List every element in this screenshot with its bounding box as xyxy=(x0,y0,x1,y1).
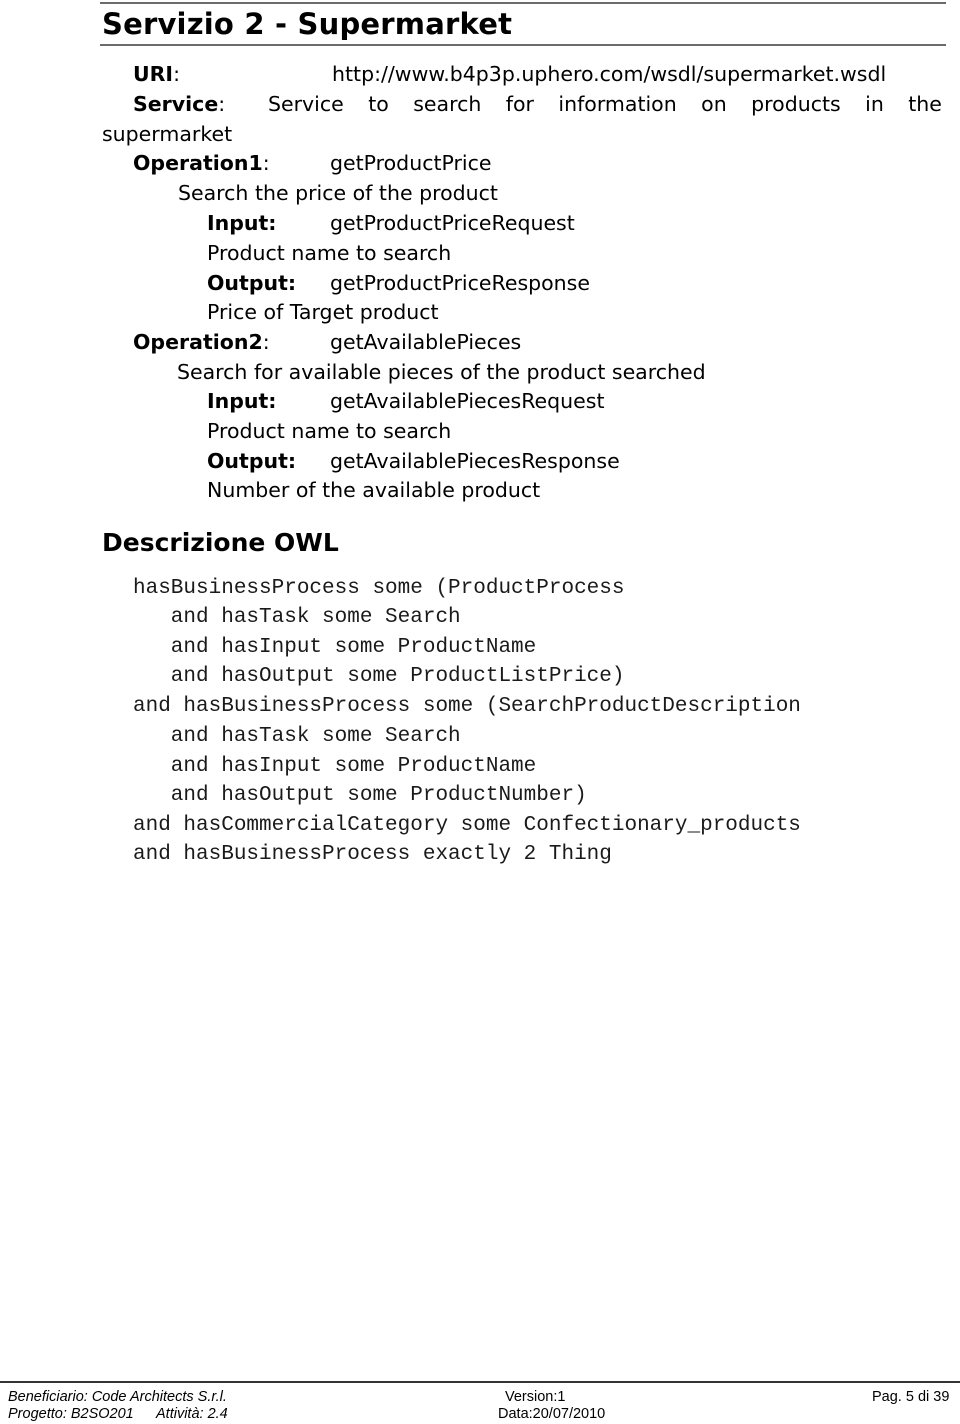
uri-value: http://www.b4p3p.uphero.com/wsdl/superma… xyxy=(332,62,887,86)
service-colon: : xyxy=(218,92,226,116)
operation1-label: Operation1 xyxy=(133,151,263,175)
section-heading: Servizio 2 - Supermarket xyxy=(100,2,946,46)
service-word: on xyxy=(701,92,727,116)
service-word: for xyxy=(505,92,534,116)
uri-row: URI: xyxy=(133,61,180,87)
operation2-description: Search for available pieces of the produ… xyxy=(177,360,706,384)
operation2-output: getAvailablePiecesResponse xyxy=(330,449,620,473)
service-label-row: Service: xyxy=(133,91,225,117)
operation2-label-row: Operation2: xyxy=(133,329,270,355)
service-description: Service to search for information on pro… xyxy=(268,91,942,117)
service-continuation: supermarket xyxy=(102,122,233,146)
operation2-input-label: Input: xyxy=(207,389,277,413)
owl-line: and hasOutput some ProductNumber) xyxy=(133,784,587,807)
owl-line: hasBusinessProcess some (ProductProcess xyxy=(133,577,625,600)
uri-label: URI xyxy=(133,62,174,86)
footer-progetto: Progetto: B2SO201 xyxy=(8,1406,134,1422)
service-word: information xyxy=(558,92,677,116)
owl-line: and hasBusinessProcess some (SearchProdu… xyxy=(133,695,801,718)
operation2-output-description: Number of the available product xyxy=(207,478,541,502)
service-label: Service xyxy=(133,92,219,116)
footer-page-number: Pag. 5 di 39 xyxy=(872,1389,950,1405)
footer-beneficiario: Beneficiario: Code Architects S.r.l. xyxy=(8,1389,227,1405)
owl-line: and hasOutput some ProductListPrice) xyxy=(133,665,625,688)
operation1-input: getProductPriceRequest xyxy=(330,211,575,235)
operation2-name: getAvailablePieces xyxy=(330,330,522,354)
operation1-colon: : xyxy=(262,151,270,175)
footer-version: Version:1 xyxy=(505,1389,566,1405)
service-word: the xyxy=(908,92,942,116)
owl-heading: Descrizione OWL xyxy=(102,528,339,557)
operation1-output: getProductPriceResponse xyxy=(330,271,590,295)
operation2-output-label: Output: xyxy=(207,449,297,473)
operation1-label-row: Operation1: xyxy=(133,150,270,176)
operation1-output-label: Output: xyxy=(207,271,297,295)
uri-colon: : xyxy=(173,62,180,86)
service-word: in xyxy=(865,92,884,116)
owl-line: and hasBusinessProcess exactly 2 Thing xyxy=(133,843,612,866)
service-word: Service xyxy=(268,92,344,116)
operation1-output-description: Price of Target product xyxy=(207,300,439,324)
footer-attivita: Attività: 2.4 xyxy=(156,1406,228,1422)
operation1-name: getProductPrice xyxy=(330,151,492,175)
operation2-input-description: Product name to search xyxy=(207,419,452,443)
owl-line: and hasTask some Search xyxy=(133,606,461,629)
operation1-input-description: Product name to search xyxy=(207,241,452,265)
owl-line: and hasCommercialCategory some Confectio… xyxy=(133,814,801,837)
service-word: search xyxy=(413,92,482,116)
footer-divider xyxy=(0,1381,960,1383)
owl-line: and hasInput some ProductName xyxy=(133,755,537,778)
owl-line: and hasTask some Search xyxy=(133,725,461,748)
service-word: products xyxy=(751,92,841,116)
operation2-input: getAvailablePiecesRequest xyxy=(330,389,605,413)
operation2-label: Operation2 xyxy=(133,330,263,354)
page-title: Servizio 2 - Supermarket xyxy=(102,7,513,41)
footer-date: Data:20/07/2010 xyxy=(498,1406,606,1422)
service-word: to xyxy=(368,92,389,116)
owl-line: and hasInput some ProductName xyxy=(133,636,537,659)
operation2-colon: : xyxy=(262,330,270,354)
operation1-input-label: Input: xyxy=(207,211,277,235)
operation1-description: Search the price of the product xyxy=(178,181,498,205)
